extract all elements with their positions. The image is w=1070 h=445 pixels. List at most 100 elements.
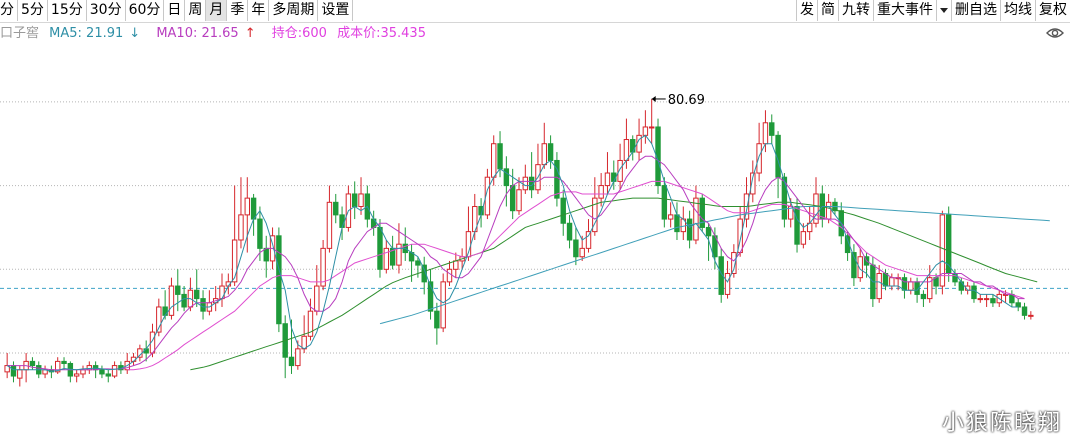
- candle-body-82: [522, 176, 529, 191]
- candle-body-138: [876, 272, 882, 300]
- candle-body-30: [194, 289, 200, 300]
- candlestick-chart: 80.69: [0, 93, 1070, 387]
- candle-body-154: [977, 298, 983, 301]
- tool-button-7[interactable]: 复权: [1036, 0, 1070, 21]
- candle-body-46: [295, 348, 301, 367]
- chevron-down-icon[interactable]: [937, 0, 952, 21]
- tool-button-0[interactable]: 发: [796, 0, 818, 21]
- candle-body-77: [491, 143, 497, 178]
- tool-button-5[interactable]: 删自选: [952, 0, 1001, 21]
- candle-body-101: [642, 126, 649, 136]
- candle-body-106: [674, 214, 680, 233]
- position-amount: 持仓:600: [271, 26, 327, 41]
- candle-body-89: [566, 222, 573, 241]
- candle-body-86: [547, 143, 554, 161]
- candle-body-68: [434, 310, 440, 329]
- candle-body-161: [1021, 306, 1028, 316]
- candle-body-2: [17, 369, 23, 379]
- candle-body-114: [724, 272, 731, 295]
- candle-body-79: [503, 168, 510, 187]
- period-tab-6[interactable]: 周: [185, 0, 207, 21]
- candle-body-120: [762, 122, 769, 145]
- indicator-legend: 口子窖 MA5: 21.91 ↓ MA10: 21.65 ↑ 持仓:600 成本价:…: [0, 24, 438, 44]
- candle-body-60: [383, 247, 390, 270]
- candle-body-78: [497, 143, 503, 170]
- candle-body-16: [105, 373, 111, 377]
- chart-tools: 发简九转 重大事件 删自选 均线 复权: [796, 0, 1070, 22]
- max-price-label: 80.69: [668, 93, 705, 108]
- candle-body-126: [800, 231, 807, 245]
- tool-button-2[interactable]: 九转: [839, 0, 874, 21]
- candle-body-25: [162, 306, 168, 316]
- ma10-up-arrow-icon: ↑: [244, 26, 256, 41]
- period-tab-2[interactable]: 15分: [48, 0, 87, 21]
- candle-body-15: [99, 369, 105, 375]
- candle-body-49: [314, 285, 320, 312]
- candle-body-80: [509, 185, 516, 212]
- period-tab-3[interactable]: 30分: [87, 0, 126, 21]
- candle-body-162: [1028, 314, 1034, 317]
- eye-icon[interactable]: [1046, 27, 1064, 39]
- candle-body-43: [276, 235, 282, 325]
- ma5-value: MA5: 21.91 ↓: [49, 26, 146, 41]
- ma10-value: MA10: 21.65 ↑: [156, 26, 261, 41]
- period-tab-10[interactable]: 多周期: [269, 0, 319, 21]
- candle-body-70: [446, 268, 453, 283]
- candle-body-125: [794, 206, 800, 245]
- tool-button-6[interactable]: 均线: [1001, 0, 1036, 21]
- tool-button-1[interactable]: 简: [818, 0, 839, 21]
- candle-body-47: [301, 335, 307, 350]
- period-tab-5[interactable]: 日: [164, 0, 186, 21]
- candle-body-38: [244, 197, 250, 216]
- max-marker-arrow-icon: [651, 95, 656, 102]
- candle-body-13: [86, 365, 93, 371]
- candle-body-12: [80, 369, 86, 375]
- candle-body-53: [339, 214, 345, 228]
- candle-body-65: [415, 260, 421, 266]
- cost-price: 成本价:35.435: [337, 26, 426, 41]
- candle-body-102: [648, 126, 655, 129]
- period-tab-11[interactable]: 设置: [318, 0, 354, 21]
- period-tab-0[interactable]: 分: [0, 0, 18, 21]
- candle-body-108: [686, 218, 693, 241]
- candle-body-111: [705, 226, 712, 237]
- candle-body-98: [623, 139, 630, 161]
- candle-body-31: [200, 298, 206, 312]
- candle-body-39: [250, 197, 257, 220]
- period-toolbar: 分 5分 15分 30分 60分日周月季年多周期 设置 发简九转 重大事件 删自选 均线 复权: [0, 0, 1070, 23]
- candle-body-104: [661, 185, 668, 220]
- candle-body-1: [10, 365, 17, 377]
- candle-body-142: [901, 277, 908, 291]
- candle-body-9: [61, 360, 67, 364]
- watermark: 小狼陈晓翔: [941, 411, 1062, 436]
- candle-body-121: [769, 122, 775, 136]
- candle-body-145: [920, 293, 927, 300]
- ma5-label: MA5: 21.91: [49, 26, 124, 41]
- candle-body-155: [983, 298, 990, 301]
- tool-button-3[interactable]: 重大事件: [874, 0, 937, 21]
- period-tab-4[interactable]: 60分: [126, 0, 165, 21]
- ma10-label: MA10: 21.65: [156, 26, 239, 41]
- candle-body-139: [882, 272, 889, 287]
- period-tab-8[interactable]: 季: [227, 0, 249, 21]
- candle-body-151: [958, 281, 965, 291]
- period-tab-9[interactable]: 年: [248, 0, 270, 21]
- candle-body-92: [585, 231, 592, 249]
- candle-body-59: [377, 226, 383, 270]
- candle-body-27: [175, 285, 181, 295]
- candle-body-37: [238, 214, 244, 241]
- period-tab-7[interactable]: 月: [206, 0, 228, 21]
- candle-body-71: [453, 260, 459, 270]
- period-tab-1[interactable]: 5分: [18, 0, 48, 21]
- candle-body-95: [604, 172, 611, 187]
- candle-body-34: [219, 285, 225, 300]
- stock-name: 口子窖: [0, 26, 40, 41]
- candle-body-109: [693, 197, 699, 241]
- candle-body-96: [611, 172, 617, 182]
- candle-body-17: [111, 365, 118, 377]
- candle-body-55: [351, 193, 358, 208]
- candle-body-99: [630, 139, 636, 153]
- candle-body-153: [971, 285, 977, 300]
- candle-body-105: [667, 214, 674, 220]
- candle-body-150: [952, 272, 958, 283]
